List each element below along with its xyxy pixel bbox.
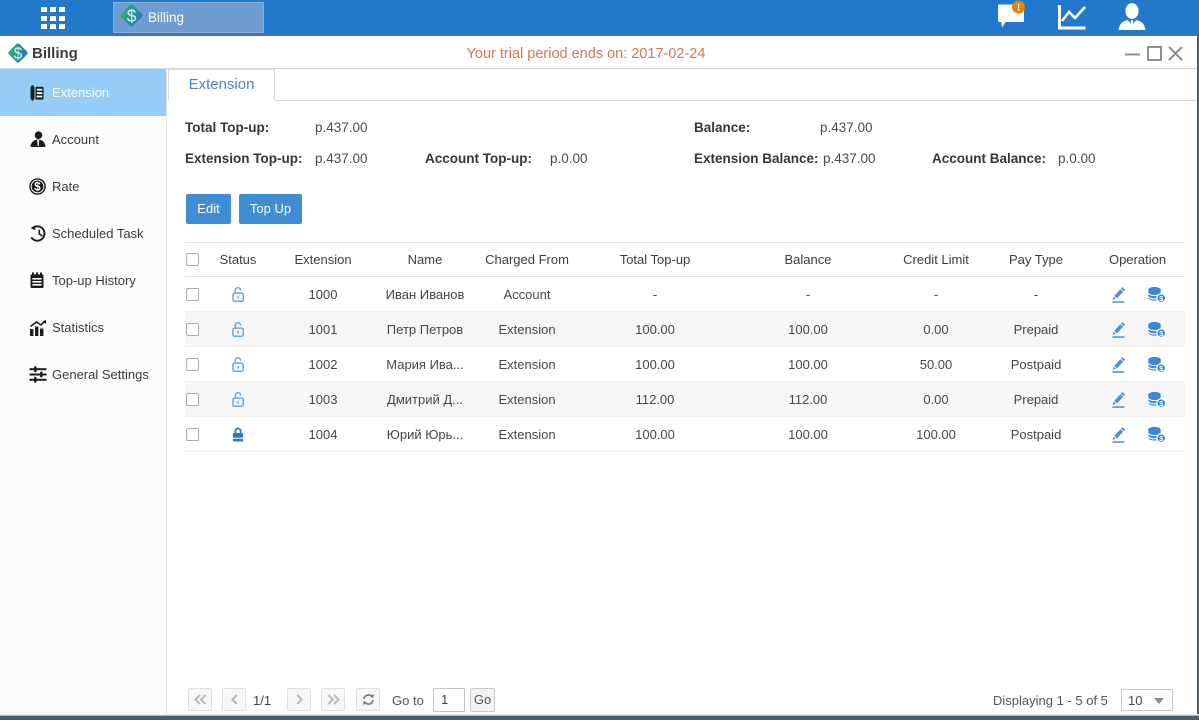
- svg-text:$: $: [34, 182, 41, 194]
- svg-text:!: !: [1017, 3, 1020, 14]
- svg-text:$: $: [127, 6, 137, 26]
- svg-text:$: $: [14, 46, 23, 63]
